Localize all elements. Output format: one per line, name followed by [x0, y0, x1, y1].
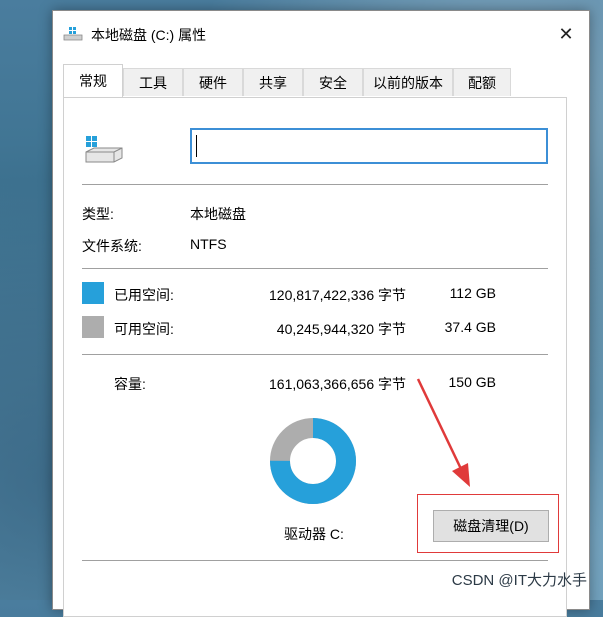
free-space-size: 37.4 GB — [444, 319, 496, 335]
text-caret — [196, 135, 197, 157]
used-space-bytes: 120,817,422,336 字节 — [269, 287, 406, 303]
capacity-label: 容量: — [114, 376, 146, 392]
capacity-bytes: 161,063,366,656 字节 — [269, 376, 406, 392]
type-label: 类型: — [82, 206, 114, 222]
tab-general[interactable]: 常规 — [63, 64, 123, 97]
drive-title-icon — [63, 27, 83, 41]
title-bar[interactable]: 本地磁盘 (C:) 属性 ✕ — [53, 11, 589, 57]
annotation-arrow — [416, 378, 470, 487]
disk-usage-donut — [270, 418, 356, 504]
used-space-size: 112 GB — [449, 285, 496, 301]
separator — [82, 268, 548, 269]
tab-previous-versions[interactable]: 以前的版本 — [363, 68, 453, 96]
free-space-swatch — [82, 316, 104, 338]
drive-name-input[interactable] — [190, 128, 548, 164]
free-space-bytes: 40,245,944,320 字节 — [276, 321, 406, 337]
separator — [82, 354, 548, 355]
drive-label: 驱动器 C: — [284, 526, 344, 542]
close-button[interactable]: ✕ — [551, 19, 581, 49]
type-value: 本地磁盘 — [190, 206, 246, 222]
tab-hardware[interactable]: 硬件 — [183, 68, 243, 96]
filesystem-value: NTFS — [190, 236, 227, 252]
separator — [82, 184, 548, 185]
used-space-label: 已用空间: — [114, 287, 174, 303]
tab-security[interactable]: 安全 — [303, 68, 363, 96]
close-icon: ✕ — [558, 23, 574, 44]
drive-icon — [85, 136, 123, 163]
annotation-highlight-box — [417, 494, 559, 553]
filesystem-label: 文件系统: — [82, 238, 142, 254]
used-space-swatch — [82, 282, 104, 304]
watermark: CSDN @IT大力水手 — [451, 572, 587, 589]
tab-quota[interactable]: 配额 — [453, 68, 511, 96]
dialog-title: 本地磁盘 (C:) 属性 — [91, 27, 207, 43]
tab-tools[interactable]: 工具 — [123, 68, 183, 96]
free-space-label: 可用空间: — [114, 321, 174, 337]
tab-sharing[interactable]: 共享 — [243, 68, 303, 96]
separator — [82, 560, 548, 561]
